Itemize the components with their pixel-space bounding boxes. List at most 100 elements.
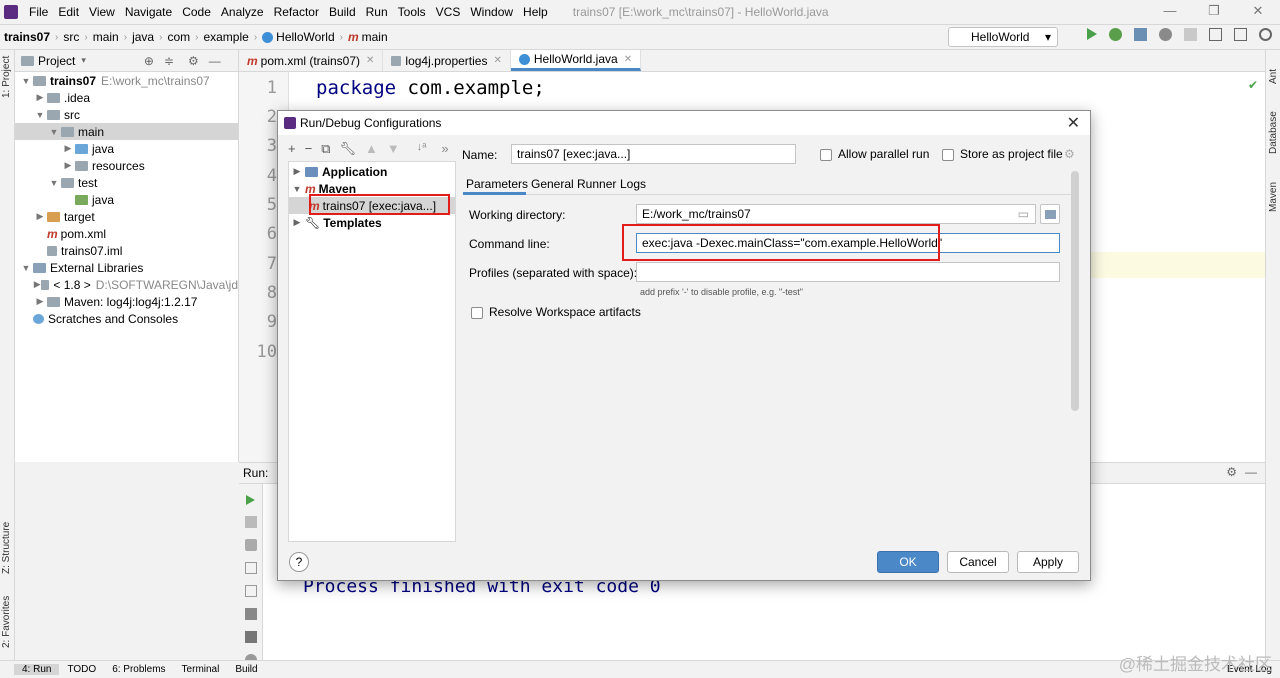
stop-icon[interactable] (1184, 28, 1197, 41)
menu-tools[interactable]: Tools (393, 5, 431, 19)
tree-item-external-libraries[interactable]: ▼ External Libraries (15, 259, 238, 276)
close-icon[interactable]: ✕ (493, 55, 501, 66)
ant-tool-tab[interactable]: Ant (1268, 69, 1279, 84)
tree-item-scratches[interactable]: Scratches and Consoles (15, 310, 238, 327)
chevron-right-icon[interactable]: ▶ (289, 166, 305, 177)
chevron-right-icon[interactable]: ▶ (61, 143, 75, 154)
tab-runner[interactable]: Runner (577, 177, 616, 191)
breadcrumb-java[interactable]: java (128, 30, 158, 44)
gear-icon[interactable]: ⚙ (1064, 147, 1075, 161)
collapse-all-icon[interactable]: ≑ (164, 54, 174, 68)
menu-code[interactable]: Code (177, 5, 216, 19)
breadcrumb-src[interactable]: src (59, 30, 83, 44)
breadcrumb-class[interactable]: HelloWorld (258, 30, 338, 44)
close-icon[interactable]: ✕ (624, 54, 632, 65)
menu-run[interactable]: Run (361, 5, 393, 19)
maven-tool-tab[interactable]: Maven (1268, 182, 1279, 212)
chevron-right-icon[interactable]: ▶ (33, 279, 41, 290)
settings-icon[interactable] (1234, 28, 1247, 41)
name-field[interactable]: trains07 [exec:java...] (511, 144, 796, 164)
profile-icon[interactable] (1159, 28, 1172, 41)
help-button[interactable]: ? (289, 552, 309, 572)
favorites-tool-tab[interactable]: 2: Favorites (1, 596, 12, 648)
macro-folder-button[interactable] (1040, 204, 1060, 224)
tool-window-run[interactable]: 4: Run (14, 664, 60, 675)
breadcrumb-example[interactable]: example (199, 30, 252, 44)
menu-file[interactable]: File (24, 5, 53, 19)
tree-item-java-test[interactable]: java (15, 191, 238, 208)
gear-icon[interactable]: ⚙ (188, 54, 199, 68)
dialog-scrollbar[interactable] (1071, 171, 1079, 411)
hide-panel-icon[interactable]: — (209, 54, 221, 68)
tool-window-todo[interactable]: TODO (59, 664, 104, 675)
database-tool-tab[interactable]: Database (1268, 111, 1279, 154)
breadcrumb-main[interactable]: main (89, 30, 123, 44)
tree-item-target[interactable]: ▶ target (15, 208, 238, 225)
remove-icon[interactable]: − (305, 141, 313, 157)
menu-vcs[interactable]: VCS (431, 5, 466, 19)
restore-layout-icon[interactable] (244, 562, 257, 574)
cancel-button[interactable]: Cancel (947, 551, 1009, 573)
apply-button[interactable]: Apply (1017, 551, 1079, 573)
breadcrumb-project[interactable]: trains07 (0, 30, 54, 44)
menu-window[interactable]: Window (465, 5, 518, 19)
chevron-right-icon[interactable]: ▶ (33, 92, 47, 103)
tab-parameters[interactable]: Parameters (466, 177, 528, 191)
camera-icon[interactable] (244, 539, 257, 551)
trash-icon[interactable] (244, 631, 257, 643)
debug-icon[interactable] (1109, 28, 1122, 41)
resolve-workspace-checkbox[interactable]: Resolve Workspace artifacts (471, 305, 641, 319)
tree-item-pom[interactable]: m pom.xml (15, 225, 238, 242)
tree-item-jdk[interactable]: ▶ < 1.8 > D:\SOFTWAREGN\Java\jd (15, 276, 238, 293)
chevron-down-icon[interactable]: ▼ (289, 184, 305, 194)
profiles-field[interactable] (636, 262, 1060, 282)
project-tool-tab[interactable]: 1: Project (1, 56, 12, 98)
tool-window-terminal[interactable]: Terminal (174, 664, 228, 675)
folder-browse-icon[interactable]: ▭ (1018, 207, 1029, 221)
chevron-right-icon[interactable]: ▶ (61, 160, 75, 171)
chevron-down-icon[interactable]: ▼ (19, 263, 33, 273)
move-up-icon[interactable]: ▲ (365, 141, 378, 157)
run-icon[interactable] (1087, 28, 1097, 40)
tree-item-main[interactable]: ▼ main (15, 123, 238, 140)
copy-icon[interactable]: ⧉ (321, 141, 330, 157)
chevron-right-icon[interactable]: ▶ (33, 211, 47, 222)
soft-wrap-icon[interactable] (244, 585, 257, 597)
tree-item-iml[interactable]: trains07.iml (15, 242, 238, 259)
rerun-icon[interactable] (246, 495, 255, 505)
menu-edit[interactable]: Edit (53, 5, 84, 19)
tool-window-problems[interactable]: 6: Problems (104, 664, 173, 675)
sort-icon[interactable]: ↓ᵃ (417, 141, 427, 157)
tree-item-log4j[interactable]: ▶ Maven: log4j:log4j:1.2.17 (15, 293, 238, 310)
chevron-down-icon[interactable]: ▼ (47, 178, 61, 188)
add-icon[interactable]: + (288, 141, 296, 157)
coverage-icon[interactable] (1134, 28, 1147, 41)
more-icon[interactable]: » (441, 141, 448, 157)
tab-logs[interactable]: Logs (620, 177, 646, 191)
chevron-right-icon[interactable]: ▶ (33, 296, 47, 307)
maximize-icon[interactable]: ❐ (1192, 0, 1236, 24)
tree-item-test[interactable]: ▼ test (15, 174, 238, 191)
locate-icon[interactable]: ⊕ (144, 54, 154, 68)
menu-navigate[interactable]: Navigate (120, 5, 177, 19)
menu-refactor[interactable]: Refactor (269, 5, 324, 19)
close-icon[interactable]: ✕ (366, 55, 374, 66)
print-icon[interactable] (244, 608, 257, 620)
breadcrumb-method[interactable]: m main (344, 30, 392, 44)
hide-panel-icon[interactable]: — (1245, 465, 1257, 479)
tab-log4j[interactable]: log4j.properties ✕ (383, 50, 511, 71)
tree-item-src[interactable]: ▼ src (15, 106, 238, 123)
tree-item-trains07[interactable]: ▼ trains07 E:\work_mc\trains07 (15, 72, 238, 89)
menu-help[interactable]: Help (518, 5, 553, 19)
menu-analyze[interactable]: Analyze (216, 5, 269, 19)
wrench-icon[interactable]: 🔧︎ (339, 141, 356, 157)
search-icon[interactable] (1259, 28, 1272, 41)
working-directory-field[interactable]: E:/work_mc/trains07 ▭ (636, 204, 1036, 224)
stop-icon[interactable] (244, 516, 257, 528)
minimize-icon[interactable]: — (1148, 0, 1192, 24)
tree-item-idea[interactable]: ▶ .idea (15, 89, 238, 106)
tab-helloworld[interactable]: HelloWorld.java ✕ (510, 50, 642, 71)
run-configuration-select[interactable]: HelloWorld ▾ (948, 27, 1058, 47)
chevron-down-icon[interactable]: ▼ (33, 110, 47, 120)
chevron-down-icon[interactable]: ▼ (47, 127, 61, 137)
